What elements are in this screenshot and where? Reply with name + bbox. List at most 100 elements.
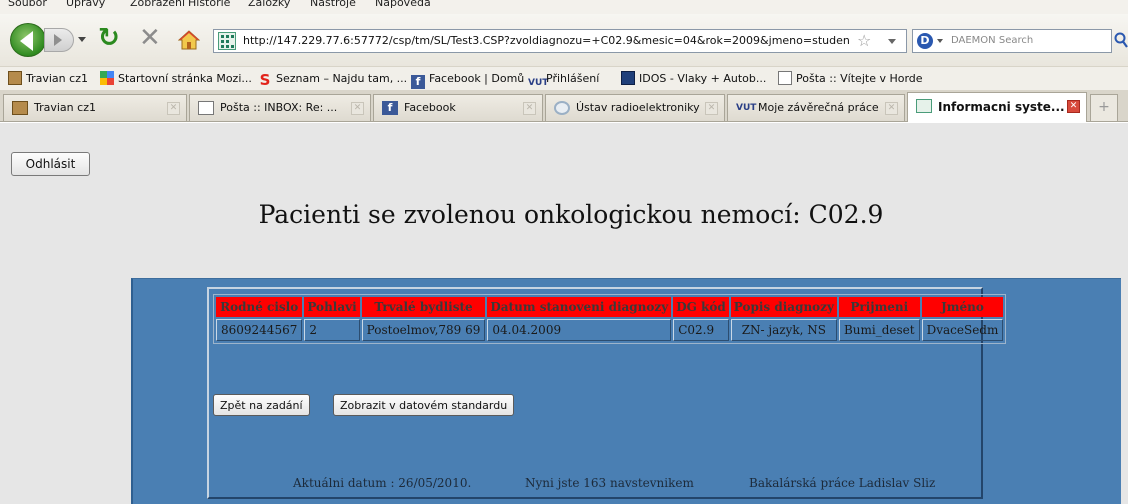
tab-label: Informacni syste...: [938, 100, 1065, 114]
tab-facebook[interactable]: f Facebook ✕: [373, 94, 543, 121]
bookmark-label: Travian cz1: [26, 72, 88, 85]
column-header: Jméno: [921, 297, 1004, 317]
search-engine-dropdown-icon[interactable]: [937, 39, 943, 43]
bookmark-posta-horde[interactable]: Pošta :: Vítejte v Horde: [778, 71, 923, 87]
vut-icon: VUT: [528, 78, 549, 88]
bookmark-label: Facebook | Domů: [429, 72, 525, 85]
site-favicon-icon: [218, 32, 236, 50]
google-icon: [100, 71, 114, 85]
tab-posta-inbox[interactable]: Pošta :: INBOX: Re: ... ✕: [189, 94, 371, 121]
close-tab-icon[interactable]: ✕: [1067, 100, 1080, 113]
bookmark-idos[interactable]: IDOS - Vlaky + Autob...: [621, 71, 766, 87]
page-title: Pacienti se zvolenou onkologickou nemocí…: [258, 200, 884, 229]
column-header: Prijmeni: [838, 297, 920, 317]
radio-icon: [554, 101, 570, 115]
menu-napoveda[interactable]: Nápověda: [375, 0, 431, 9]
facebook-icon: f: [411, 75, 425, 89]
seznam-icon: S: [259, 71, 271, 89]
tab-label: Ústav radioelektroniky: [576, 101, 700, 114]
reload-icon[interactable]: ↻: [98, 24, 120, 52]
forward-button[interactable]: [44, 28, 74, 52]
search-engine-icon[interactable]: D: [917, 33, 933, 49]
bookmark-seznam[interactable]: S Seznam – Najdu tam, ...: [258, 71, 408, 89]
close-tab-icon[interactable]: ✕: [167, 102, 180, 115]
author-credit: Bakalárská práce Ladislav Sliz: [749, 476, 936, 490]
current-date: Aktuálni datum : 26/05/2010.: [293, 476, 472, 490]
navigation-toolbar: ↻ ✕ http://147.229.77.6:57772/csp/tm/SL/…: [0, 14, 1128, 66]
menu-soubor[interactable]: Soubor: [8, 0, 47, 9]
tab-strip: Travian cz1 ✕ Pošta :: INBOX: Re: ... ✕ …: [0, 90, 1128, 122]
visitor-count: Nyni jste 163 navstevnikem: [525, 476, 694, 490]
bookmark-facebook[interactable]: f Facebook | Domů: [411, 71, 525, 89]
tab-informacni-system[interactable]: Informacni syste... ✕: [907, 92, 1087, 122]
bookmark-travian[interactable]: Travian cz1: [8, 71, 88, 87]
bookmark-label: Přihlášení: [546, 72, 600, 85]
bookmark-label: Pošta :: Vítejte v Horde: [796, 72, 923, 85]
tab-label: Travian cz1: [34, 101, 96, 114]
idos-icon: [621, 71, 635, 85]
menu-zalozky[interactable]: Záložky: [248, 0, 290, 9]
bookmark-label: IDOS - Vlaky + Autob...: [639, 72, 767, 85]
results-frame: Rodné cislo Pohlavi Trvalé bydliste Datu…: [207, 287, 1007, 499]
new-tab-icon[interactable]: +: [1090, 94, 1118, 121]
tab-label: Moje závěrečná práce: [758, 101, 879, 114]
page-content: Odhlásit Pacienti se zvolenou onkologick…: [0, 123, 1128, 504]
logout-button[interactable]: Odhlásit: [11, 152, 90, 176]
bookmark-label: Startovní stránka Mozi...: [118, 72, 252, 85]
back-button[interactable]: [10, 23, 46, 57]
menu-bar: Soubor Úpravy Zobrazení Historie Záložky…: [0, 0, 1128, 14]
table-header-row: Rodné cislo Pohlavi Trvalé bydliste Datu…: [216, 297, 1004, 317]
facebook-icon: f: [382, 101, 398, 115]
url-dropdown-icon[interactable]: [888, 39, 896, 44]
table-cell: Bumi_deset: [838, 319, 920, 341]
bookmark-prihlaseni[interactable]: VUTPřihlášení: [528, 71, 600, 88]
table-cell: 04.04.2009: [487, 319, 672, 341]
close-tab-icon[interactable]: ✕: [351, 102, 364, 115]
search-icon[interactable]: [1114, 32, 1128, 50]
column-header: Datum stanoveni diagnozy: [487, 297, 672, 317]
forward-arrow-icon: [54, 34, 62, 46]
table-cell: DvaceSedm: [921, 319, 1004, 341]
history-dropdown-icon[interactable]: [78, 37, 86, 42]
menu-historie[interactable]: Historie: [188, 0, 230, 9]
table-cell: 8609244567: [216, 319, 303, 341]
back-to-input-button[interactable]: Zpět na zadání: [213, 394, 310, 416]
table-cell: C02.9: [673, 319, 729, 341]
close-tab-icon[interactable]: ✕: [705, 102, 718, 115]
search-bar[interactable]: D DAEMON Search: [912, 29, 1112, 53]
search-placeholder[interactable]: DAEMON Search: [951, 35, 1033, 46]
table-row: 8609244567 2 Postoelmov,789 69 04.04.200…: [216, 319, 1004, 341]
home-icon[interactable]: [178, 29, 200, 51]
bookmarks-bar: Travian cz1 Startovní stránka Mozi... SS…: [0, 66, 1128, 90]
column-header: Trvalé bydliste: [361, 297, 486, 317]
results-panel: Rodné cislo Pohlavi Trvalé bydliste Datu…: [131, 278, 1121, 504]
column-header: Pohlavi: [304, 297, 360, 317]
tab-label: Facebook: [404, 101, 456, 114]
menu-nastroje[interactable]: Nástroje: [310, 0, 356, 9]
url-text[interactable]: http://147.229.77.6:57772/csp/tm/SL/Test…: [243, 34, 849, 47]
column-header: Popis diagnozy: [730, 297, 837, 317]
bookmark-startovni-stranka[interactable]: Startovní stránka Mozi...: [100, 71, 252, 87]
menu-zobrazeni[interactable]: Zobrazení: [130, 0, 185, 9]
stop-icon[interactable]: ✕: [139, 24, 161, 52]
show-data-standard-button[interactable]: Zobrazit v datovém standardu: [333, 394, 515, 416]
close-tab-icon[interactable]: ✕: [523, 102, 536, 115]
column-header: Rodné cislo: [216, 297, 303, 317]
bookmark-star-icon[interactable]: ☆: [857, 31, 871, 50]
table-cell: 2: [304, 319, 360, 341]
bookmark-label: Seznam – Najdu tam, ...: [276, 72, 408, 85]
patients-table: Rodné cislo Pohlavi Trvalé bydliste Datu…: [213, 294, 1007, 344]
mail-icon: [778, 71, 792, 85]
close-tab-icon[interactable]: ✕: [885, 102, 898, 115]
tab-travian[interactable]: Travian cz1 ✕: [3, 94, 187, 121]
menu-upravy[interactable]: Úpravy: [66, 0, 105, 9]
travian-icon: [12, 101, 28, 115]
tab-ustav-radioelektroniky[interactable]: Ústav radioelektroniky ✕: [545, 94, 725, 121]
address-bar[interactable]: http://147.229.77.6:57772/csp/tm/SL/Test…: [213, 29, 907, 53]
travian-icon: [8, 71, 22, 85]
tab-moje-zaverecna-prace[interactable]: VUT Moje závěrečná práce ✕: [727, 94, 905, 121]
tab-label: Pošta :: INBOX: Re: ...: [220, 101, 338, 114]
vut-icon: VUT: [736, 103, 757, 113]
mail-icon: [198, 101, 214, 115]
site-favicon-icon: [916, 99, 932, 113]
